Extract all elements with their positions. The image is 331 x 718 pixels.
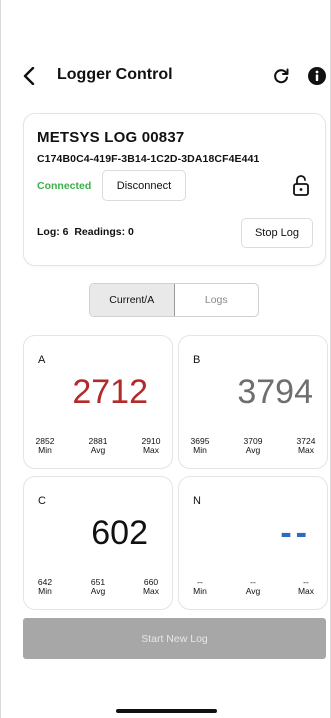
phase-stats: 642 Min 651 Avg 660 Max (34, 578, 162, 600)
tab-current[interactable]: Current/A (90, 284, 175, 316)
stat-max: -- Max (295, 578, 317, 600)
phase-label: C (38, 495, 46, 507)
stat-min: 2852 Min (34, 437, 56, 459)
phase-stats: -- Min -- Avg -- Max (189, 578, 317, 600)
stat-label: Avg (90, 445, 106, 455)
phase-stats: 2852 Min 2881 Avg 2910 Max (34, 437, 162, 459)
stat-label: Avg (90, 586, 106, 596)
phase-label: B (193, 354, 201, 366)
refresh-button[interactable] (269, 64, 293, 88)
info-icon (308, 67, 326, 85)
stat-avg: -- Avg (242, 578, 264, 600)
log-readings-info: Log: 6 Readings: 0 (37, 226, 134, 238)
chevron-left-icon (23, 67, 35, 85)
phase-value: 602 (91, 514, 148, 552)
phase-value: 2712 (72, 373, 148, 411)
stat-max: 2910 Max (140, 437, 162, 459)
stat-label: Min (193, 445, 207, 455)
stat-label: Max (297, 445, 315, 455)
connection-status: Connected (37, 180, 92, 192)
view-toggle: Current/A Logs (89, 283, 259, 317)
logger-control-screen: Logger Control METSYS LOG 00837 C174B0C4… (0, 0, 331, 718)
tab-logs[interactable]: Logs (175, 284, 259, 316)
phase-card-c: C 602 642 Min 651 Avg 660 Max (23, 476, 173, 610)
stat-avg: 651 Avg (87, 578, 109, 600)
stat-label: Avg (245, 445, 261, 455)
phase-label: A (38, 354, 46, 366)
home-indicator (116, 709, 217, 713)
start-new-log-button[interactable]: Start New Log (23, 618, 326, 659)
page-title: Logger Control (57, 66, 173, 83)
phase-card-n: N -- -- Min -- Avg -- Max (178, 476, 328, 610)
stat-label: Min (38, 586, 52, 596)
stat-min: -- Min (189, 578, 211, 600)
refresh-icon (274, 68, 289, 84)
phase-stats: 3695 Min 3709 Avg 3724 Max (189, 437, 317, 459)
stat-max: 3724 Max (295, 437, 317, 459)
stat-label: Min (38, 445, 52, 455)
phase-card-b: B 3794 3695 Min 3709 Avg 3724 Max (178, 335, 328, 469)
stat-label: Max (297, 586, 315, 596)
stat-min: 642 Min (34, 578, 56, 600)
stat-max: 660 Max (140, 578, 162, 600)
stat-label: Max (142, 586, 160, 596)
phase-label: N (193, 495, 201, 507)
phase-value: 3794 (237, 373, 313, 411)
phase-card-a: A 2712 2852 Min 2881 Avg 2910 Max (23, 335, 173, 469)
stat-label: Min (193, 586, 207, 596)
stat-label: Avg (245, 586, 261, 596)
device-name: METSYS LOG 00837 (37, 129, 185, 146)
device-id: C174B0C4-419F-3B14-1C2D-3DA18CF4E441 (37, 153, 260, 165)
stop-log-button[interactable]: Stop Log (241, 218, 313, 248)
info-button[interactable] (305, 64, 329, 88)
disconnect-button[interactable]: Disconnect (102, 170, 186, 201)
lock-open-icon[interactable] (292, 174, 310, 196)
back-button[interactable] (17, 62, 41, 90)
device-card: METSYS LOG 00837 C174B0C4-419F-3B14-1C2D… (23, 113, 326, 266)
stat-avg: 3709 Avg (242, 437, 264, 459)
stat-label: Max (142, 445, 160, 455)
stat-min: 3695 Min (189, 437, 211, 459)
phase-value: -- (280, 514, 311, 552)
header: Logger Control (1, 58, 331, 94)
stat-avg: 2881 Avg (87, 437, 109, 459)
